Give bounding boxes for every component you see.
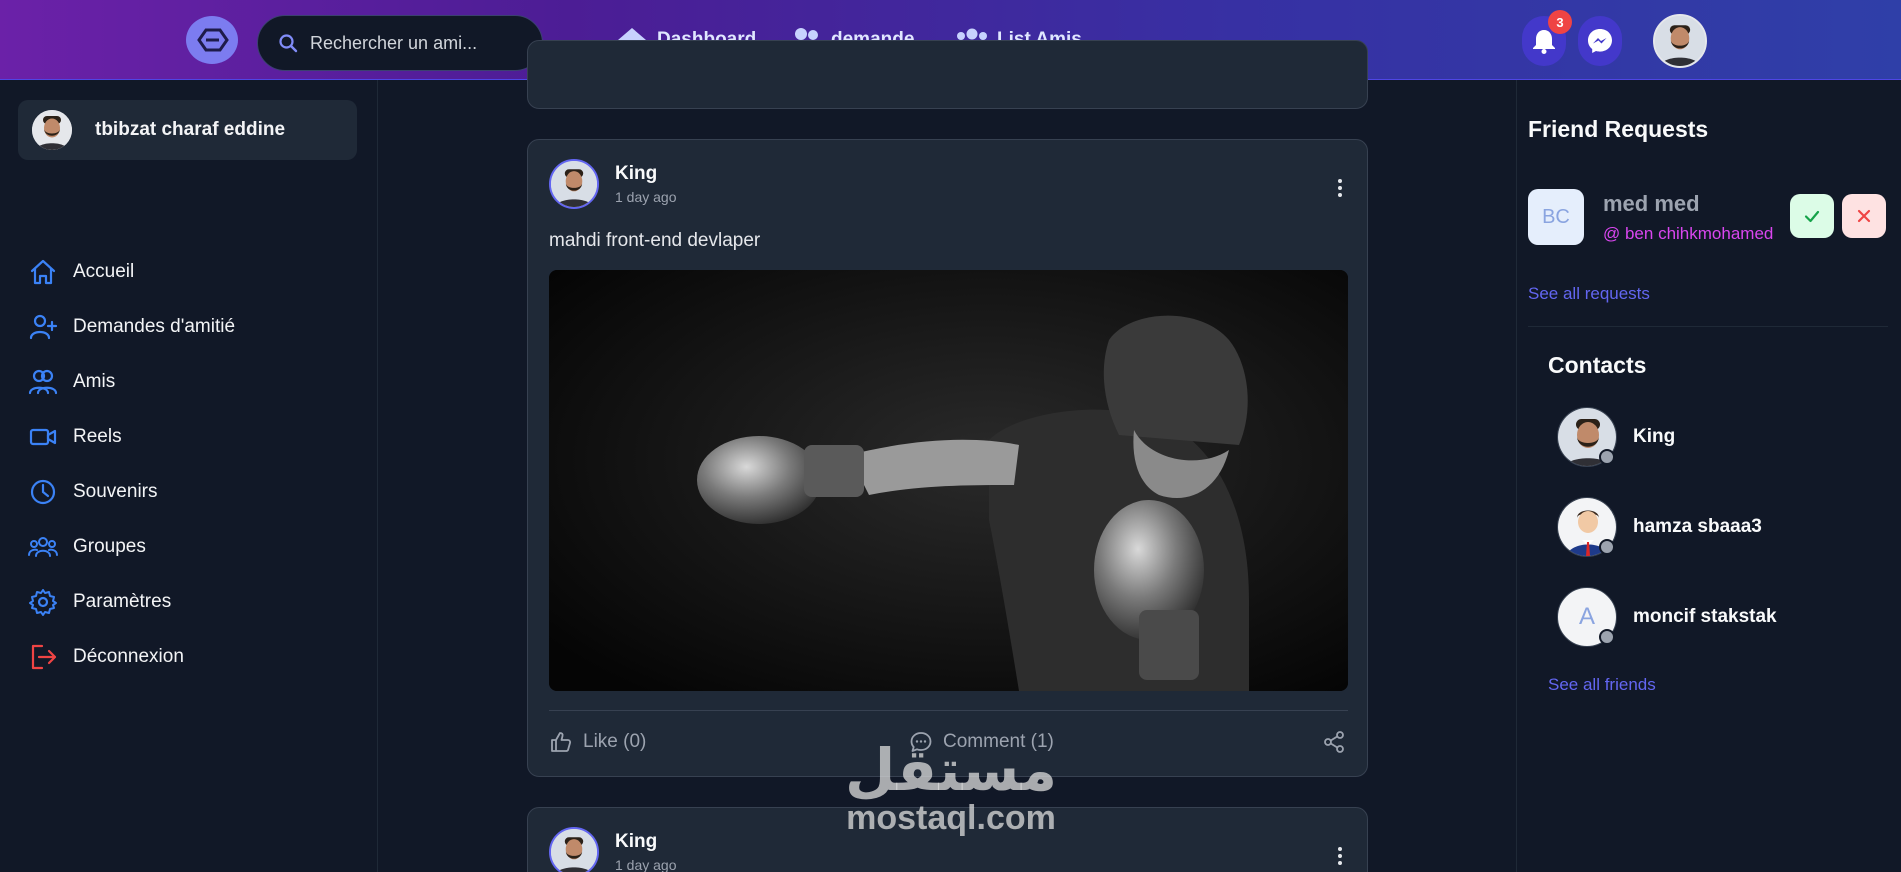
post-author-avatar[interactable] [549,827,599,872]
users-icon [28,369,58,395]
sidebar-item-label: Accueil [73,261,135,282]
user-plus-icon [29,314,58,340]
contact-avatar [1557,407,1617,467]
profile-avatar [32,110,72,150]
avatar-image [1655,16,1705,66]
post-header: King 1 day ago [549,159,677,209]
messenger-button[interactable] [1578,16,1622,66]
avatar-image [551,161,597,207]
sidebar-item-amis[interactable]: Amis [28,362,115,402]
notification-count-badge: 3 [1548,10,1572,34]
sidebar-item-deconnexion[interactable]: Déconnexion [28,637,184,677]
post-author-avatar[interactable] [549,159,599,209]
search-icon [279,34,298,53]
post-author-name[interactable]: King [615,831,677,853]
contacts-title: Contacts [1548,352,1647,378]
request-avatar: BC [1528,189,1584,245]
more-options-icon[interactable] [1337,178,1343,198]
post-header: King 1 day ago [549,827,677,872]
see-all-friends-link[interactable]: See all friends [1548,675,1656,695]
watermark: مستقل mostaql.com [836,738,1066,837]
search-input[interactable] [310,32,530,54]
app-logo[interactable] [186,16,238,64]
sidebar-profile-card[interactable]: tbibzat charaf eddine [18,100,357,160]
post-card-previous [527,40,1368,109]
sidebar-item-label: Déconnexion [73,646,184,667]
offline-status-dot [1599,629,1615,645]
sidebar-item-label: Amis [73,371,116,392]
avatar-image [551,829,597,872]
contact-name: moncif stakstak [1633,606,1777,627]
gear-icon [29,589,57,616]
request-handle: @ ben chihkmohamed [1603,224,1774,243]
sidebar-item-parametres[interactable]: Paramètres [28,582,171,622]
video-icon [29,428,57,446]
contact-item[interactable]: A moncif stakstak [1557,587,1777,647]
post-divider [549,710,1348,711]
logout-icon [31,644,57,670]
divider [1528,326,1888,327]
more-options-icon[interactable] [1337,846,1343,866]
contact-item[interactable]: King [1557,407,1675,467]
contact-avatar [1557,497,1617,557]
contact-name: hamza sbaaa3 [1633,516,1762,537]
sidebar-item-label: Paramètres [73,591,172,612]
sidebar-item-label: Groupes [73,536,146,557]
like-label: Like (0) [583,731,647,752]
accept-request-button[interactable] [1790,194,1834,238]
contact-avatar: A [1557,587,1617,647]
contact-name: King [1633,426,1676,447]
check-icon [1804,210,1820,223]
sidebar-item-label: Souvenirs [73,481,158,502]
share-button[interactable] [1322,730,1356,754]
watermark-latin: mostaql.com [846,799,1056,837]
notifications-button[interactable]: 3 [1522,10,1572,66]
profile-name: tbibzat charaf eddine [95,119,286,140]
avatar-image [32,110,72,150]
sidebar-item-demandes[interactable]: Demandes d'amitié [28,307,235,347]
like-button[interactable]: Like (0) [549,730,646,754]
post-timestamp: 1 day ago [615,857,677,872]
request-name[interactable]: med med [1603,191,1700,217]
sidebar-item-reels[interactable]: Reels [28,417,122,457]
clock-icon [30,479,56,505]
post-image[interactable] [549,270,1348,691]
decline-request-button[interactable] [1842,194,1886,238]
user-avatar[interactable] [1653,14,1707,68]
search-bar[interactable] [257,15,543,71]
sidebar-item-groupes[interactable]: Groupes [28,527,146,567]
home-icon [30,259,56,285]
watermark-arabic: مستقل [844,738,1058,803]
close-icon [1857,209,1871,223]
sidebar-item-accueil[interactable]: Accueil [28,252,134,292]
group-icon [28,537,58,557]
contact-item[interactable]: hamza sbaaa3 [1557,497,1762,557]
see-all-requests-link[interactable]: See all requests [1528,284,1650,304]
post-card: King 1 day ago mahdi front-end devlaper [527,139,1368,777]
thumbs-up-icon [551,732,572,752]
messenger-icon [1588,29,1612,53]
share-icon [1324,731,1344,753]
sidebar-item-label: Demandes d'amitié [73,316,236,337]
sidebar-item-souvenirs[interactable]: Souvenirs [28,472,158,512]
post-text: mahdi front-end devlaper [549,230,761,251]
logo-icon [197,28,229,52]
boxer-photo [549,270,1348,691]
offline-status-dot [1599,539,1615,555]
offline-status-dot [1599,449,1615,465]
sidebar-item-label: Reels [73,426,122,447]
friend-requests-title: Friend Requests [1528,116,1709,142]
post-timestamp: 1 day ago [615,189,677,205]
post-author-name[interactable]: King [615,163,677,185]
